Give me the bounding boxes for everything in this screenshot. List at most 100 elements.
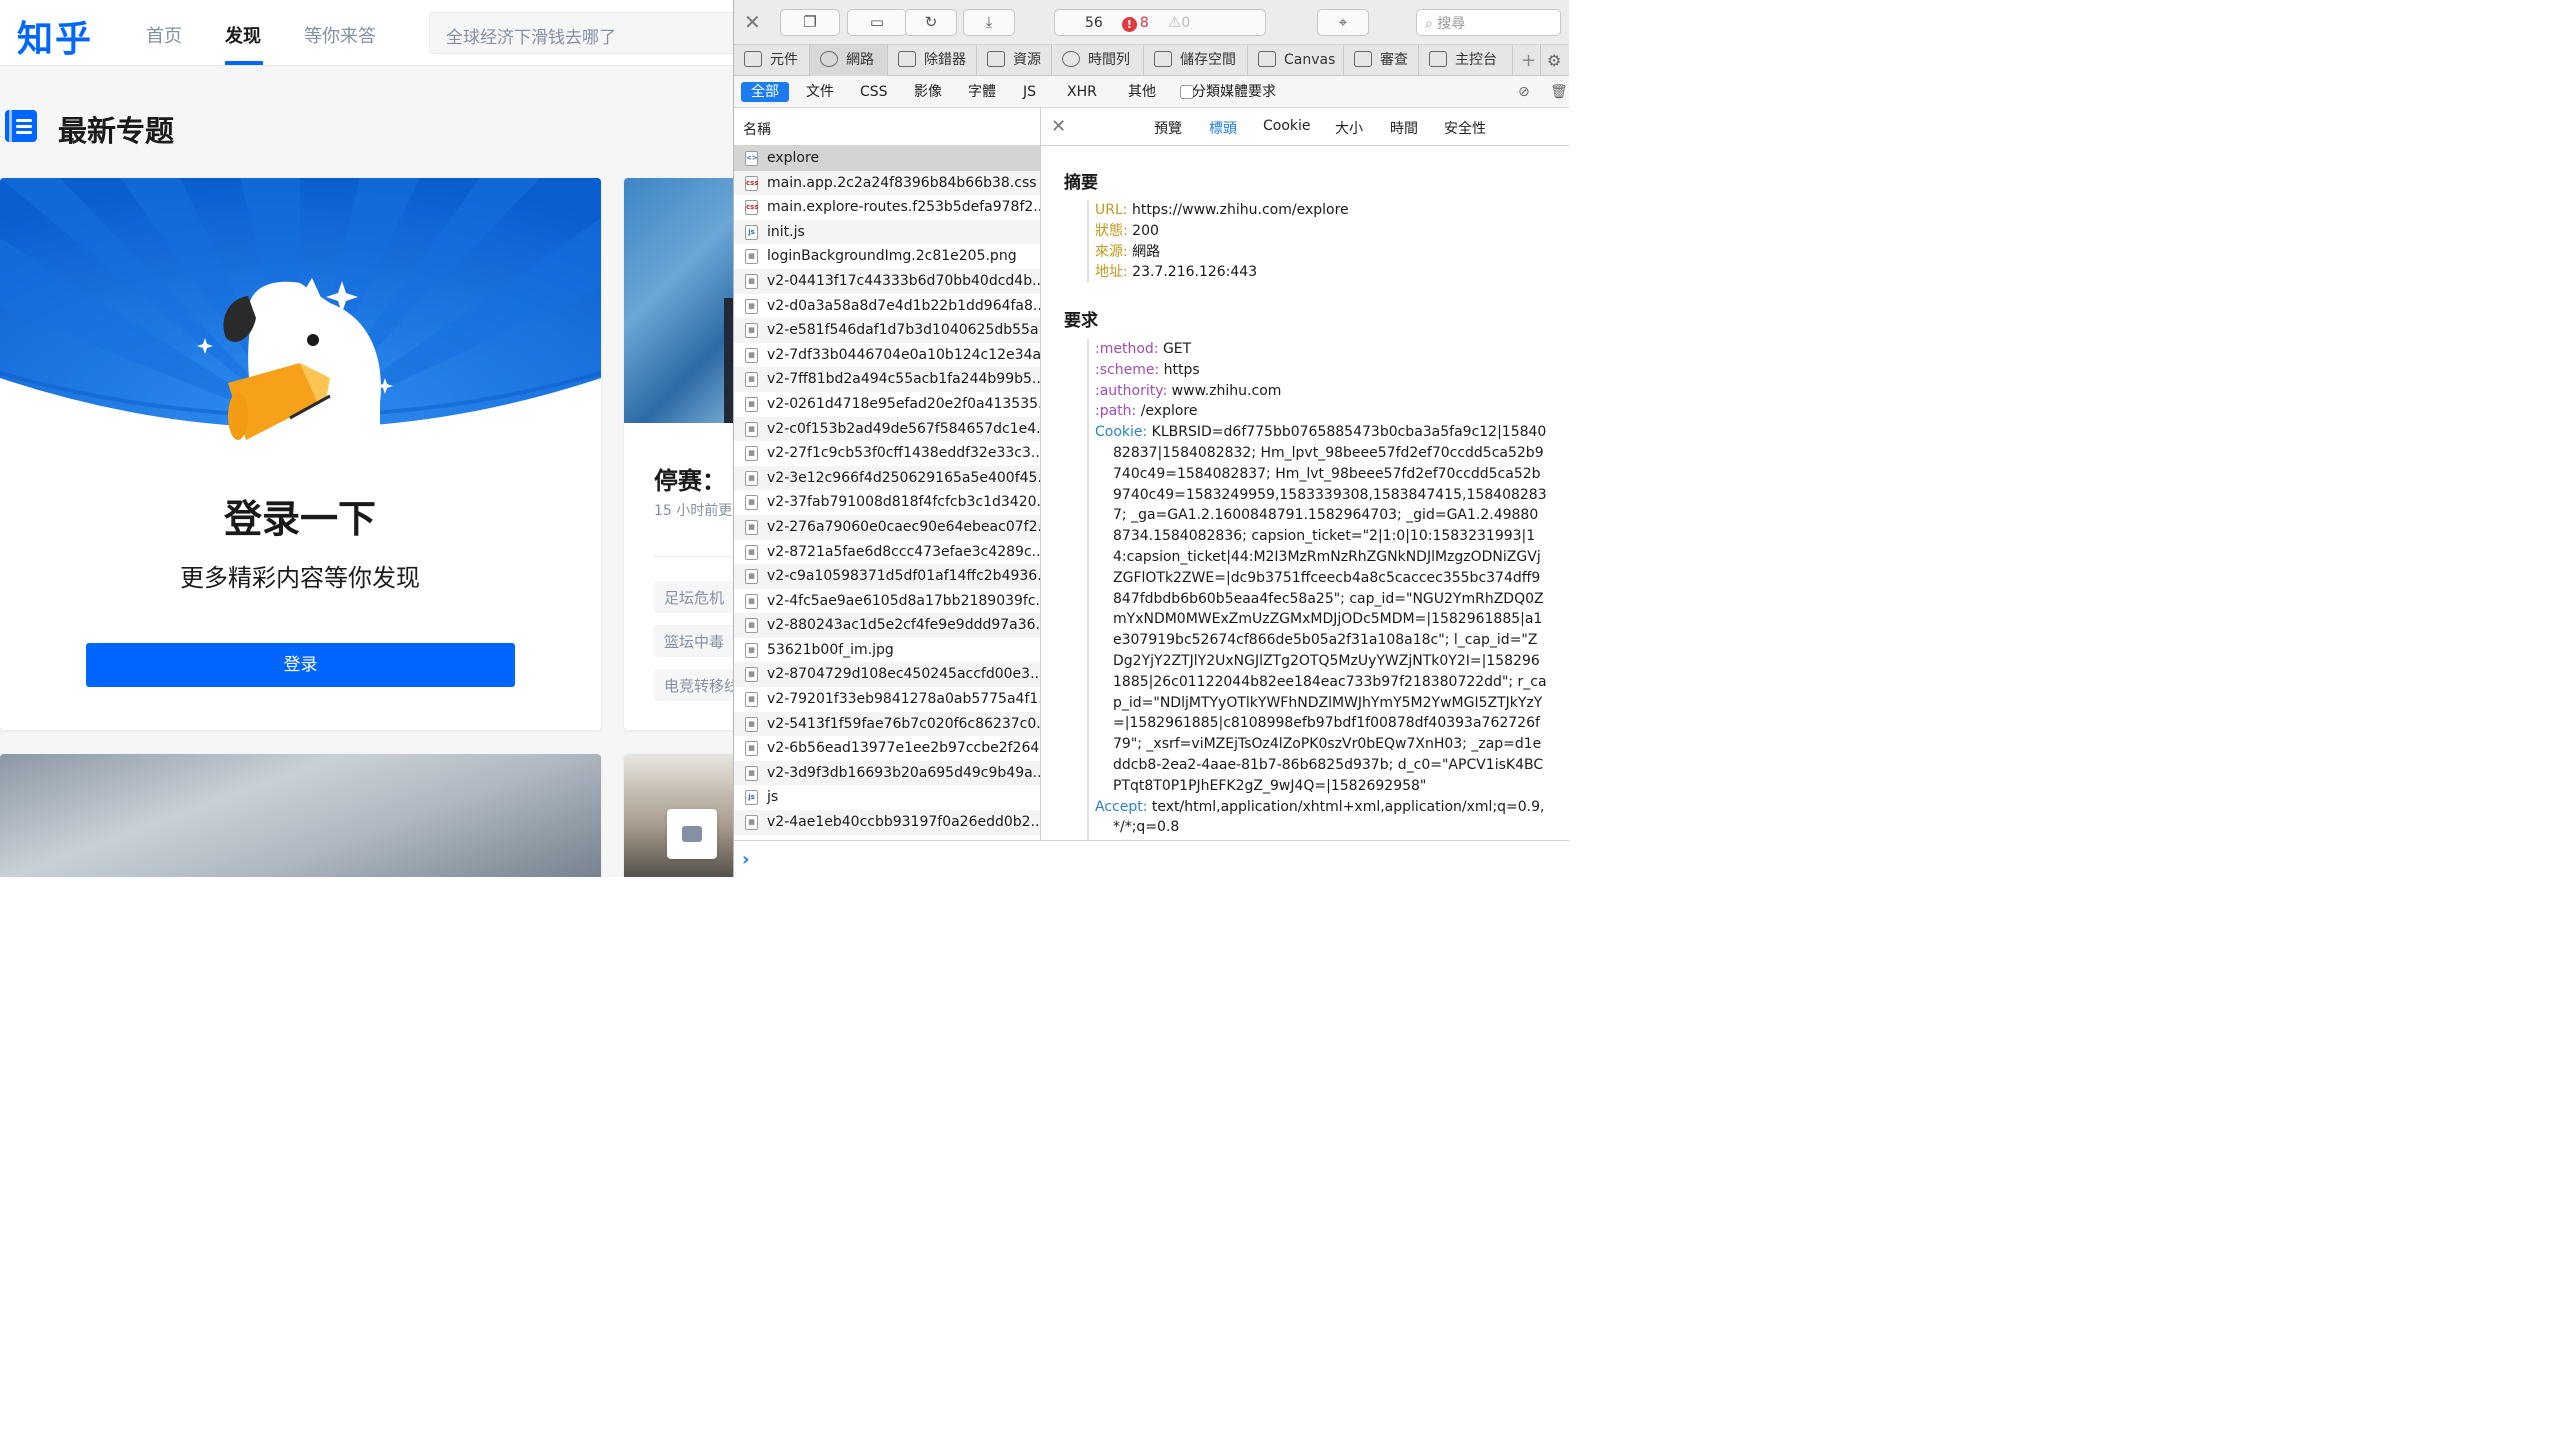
request-row[interactable]: ▦ v2-3e12c966f4d250629165a5e400f45... [734, 465, 1040, 491]
console-prompt-bar[interactable]: › [734, 840, 1569, 877]
img-file-icon: ▦ [745, 273, 758, 289]
close-icon[interactable]: ✕ [744, 10, 761, 34]
detail-tab-timing[interactable]: 時間 [1390, 118, 1418, 138]
request-name: 53621b00f_im.jpg [767, 641, 894, 658]
detail-tab-preview[interactable]: 預覽 [1154, 118, 1182, 138]
request-row[interactable]: ▦ v2-276a79060e0caec90e64ebeac07f2... [734, 514, 1040, 540]
request-row[interactable]: <> explore [734, 146, 1040, 171]
topic-card-image[interactable] [0, 754, 601, 877]
img-file-icon: ▦ [745, 692, 758, 708]
request-row[interactable]: ▦ v2-79201f33eb9841278a0ab5775a4f1... [734, 687, 1040, 712]
request-row[interactable]: ▦ v2-04413f17c44333b6d70bb40dcd4b... [734, 268, 1040, 294]
console-prompt-icon: › [742, 849, 750, 870]
nav-discover[interactable]: 发现 [225, 22, 261, 48]
detail-tab-headers[interactable]: 標頭 [1209, 118, 1237, 138]
undock-icon[interactable]: ❐ [780, 9, 840, 36]
add-tab-icon[interactable]: + [1513, 45, 1541, 76]
tab-network[interactable]: 網路 [810, 45, 888, 76]
request-row[interactable]: ▦ v2-0261d4718e95efad20e2f0a413535... [734, 392, 1040, 417]
request-row[interactable]: ▦ v2-27f1c9cb53f0cff1438eddf32e33c3... [734, 441, 1040, 466]
tab-canvas[interactable]: Canvas [1248, 45, 1344, 76]
request-row[interactable]: ▦ v2-d0a3a58a8d7e4d1b22b1dd964fa8... [734, 294, 1040, 319]
img-file-icon: ▦ [745, 593, 758, 609]
request-row[interactable]: ▦ v2-5413f1f59fae76b7c020f6c86237c0... [734, 711, 1040, 737]
detail-tab-cookies[interactable]: Cookie [1263, 118, 1311, 134]
filter-font[interactable]: 字體 [960, 82, 1004, 102]
tab-resources[interactable]: 資源 [977, 45, 1052, 76]
tab-label: 儲存空間 [1180, 52, 1236, 68]
request-row[interactable]: ▦ v2-880243ac1d5e2cf4fe9e9ddd97a36... [734, 613, 1040, 638]
filter-all[interactable]: 全部 [741, 82, 789, 102]
filter-document[interactable]: 文件 [798, 82, 842, 102]
site-search-input[interactable]: 全球经济下滑钱去哪了 [429, 12, 733, 54]
reload-icon[interactable]: ↻ [905, 9, 957, 36]
topic-title[interactable]: 停赛： [654, 461, 726, 496]
site-header: 知乎 首页 发现 等你来答 全球经济下滑钱去哪了 [0, 0, 733, 66]
filter-xhr[interactable]: XHR [1059, 82, 1105, 102]
request-row[interactable]: ▦ v2-6b56ead13977e1ee2b97ccbe2f264... [734, 736, 1040, 761]
names-column-header[interactable]: 名稱 [734, 108, 1041, 146]
message-float-button[interactable] [667, 809, 717, 859]
request-row[interactable]: ▦ v2-c9a10598371d5df01af14ffc2b4936... [734, 564, 1040, 589]
filter-css[interactable]: CSS [852, 82, 896, 102]
request-row[interactable]: ▦ v2-4ae1eb40ccbb93197f0a26edd0b2... [734, 810, 1040, 835]
tab-console[interactable]: 主控台 [1419, 45, 1513, 76]
request-row[interactable]: css main.app.2c2a24f8396b84b66b38.css [734, 170, 1040, 196]
nav-waiting[interactable]: 等你来答 [304, 22, 376, 48]
img-file-icon: ▦ [745, 347, 758, 363]
download-icon[interactable]: ⤓ [963, 9, 1015, 36]
tab-timelines[interactable]: 時間列 [1052, 45, 1144, 76]
element-picker-icon[interactable]: ⌖ [1317, 9, 1369, 36]
request-row[interactable]: ▦ v2-8721a5fae6d8ccc473efae3c4289c... [734, 540, 1040, 565]
detail-tab-security[interactable]: 安全性 [1444, 118, 1486, 138]
resource-count: 56 [1085, 15, 1103, 31]
web-inspector: ✕ ❐ ▭ ↻ ⤓ 56 ! 8 ⚠0 ⌖ ⌕ 搜尋 元件 網路 除錯器 資源 … [733, 0, 1569, 877]
filter-image[interactable]: 影像 [906, 82, 950, 102]
header-key: 狀態: [1095, 222, 1128, 239]
request-row[interactable]: ▦ 53621b00f_im.jpg [734, 638, 1040, 663]
filter-js[interactable]: JS [1015, 82, 1044, 102]
network-icon [820, 51, 838, 67]
request-row[interactable]: js init.js [734, 219, 1040, 245]
img-file-icon: ▦ [745, 667, 758, 683]
header-key: 地址: [1095, 264, 1128, 281]
filter-other[interactable]: 其他 [1120, 82, 1164, 102]
request-row[interactable]: ▦ v2-7ff81bd2a494c55acb1fa244b99b5... [734, 367, 1040, 392]
topic-card[interactable]: 停赛： 15 小时前更 足坛危机 篮坛中毒 电竞转移线 [624, 178, 733, 730]
dock-layout-icon[interactable]: ▭ [847, 9, 907, 36]
disable-cache-icon[interactable]: ⊘ [1510, 82, 1538, 102]
topic-tag[interactable]: 足坛危机 [654, 581, 733, 613]
request-row[interactable]: ▦ v2-7df33b0446704e0a10b124c12e34a... [734, 343, 1040, 368]
request-row[interactable]: ▦ v2-4fc5ae9ae6105d8a17bb2189039fc... [734, 589, 1040, 614]
request-row[interactable]: css main.explore-routes.f253b5defa978f2..… [734, 195, 1040, 220]
settings-gear-icon[interactable]: ⚙ [1541, 45, 1569, 76]
request-row[interactable]: ▦ v2-c0f153b2ad49de567f584657dc1e4... [734, 416, 1040, 442]
tab-audit[interactable]: 審查 [1344, 45, 1419, 76]
img-file-icon: ▦ [745, 519, 758, 535]
header-row: :authority: www.zhihu.com [1095, 381, 1547, 402]
tab-debugger[interactable]: 除錯器 [888, 45, 977, 76]
img-file-icon: ▦ [745, 421, 758, 437]
tab-storage[interactable]: 儲存空間 [1144, 45, 1248, 76]
request-row[interactable]: ▦ v2-37fab791008d818f4fcfcb3c1d3420... [734, 490, 1040, 515]
detail-tab-sizes[interactable]: 大小 [1335, 118, 1363, 138]
login-button[interactable]: 登录 [86, 643, 515, 687]
detail-tab-bar: ✕ 預覽 標頭 Cookie 大小 時間 安全性 [1041, 108, 1569, 146]
tab-elements[interactable]: 元件 [734, 45, 810, 76]
nav-home[interactable]: 首页 [146, 22, 182, 48]
request-row[interactable]: ▦ v2-e581f546daf1d7b3d1040625db55a... [734, 318, 1040, 343]
clear-log-icon[interactable]: 🗑 [1542, 82, 1576, 102]
topic-tag[interactable]: 电竞转移线 [654, 669, 733, 701]
section-title: 最新专题 [58, 114, 175, 148]
header-key: :authority: [1095, 382, 1168, 399]
resource-status[interactable]: 56 ! 8 ⚠0 [1054, 9, 1266, 36]
inspector-search-input[interactable]: ⌕ 搜尋 [1416, 9, 1561, 36]
request-row[interactable]: js js [734, 785, 1040, 810]
topic-tag[interactable]: 篮坛中毒 [654, 625, 733, 657]
request-row[interactable]: ▦ loginBackgroundImg.2c81e205.png [734, 244, 1040, 269]
close-detail-icon[interactable]: ✕ [1051, 116, 1066, 137]
zhihu-logo[interactable]: 知乎 [17, 10, 93, 62]
header-value: www.zhihu.com [1167, 382, 1282, 399]
request-row[interactable]: ▦ v2-8704729d108ec450245accfd00e3... [734, 662, 1040, 688]
request-row[interactable]: ▦ v2-3d9f3db16693b20a695d49c9b49a... [734, 760, 1040, 786]
